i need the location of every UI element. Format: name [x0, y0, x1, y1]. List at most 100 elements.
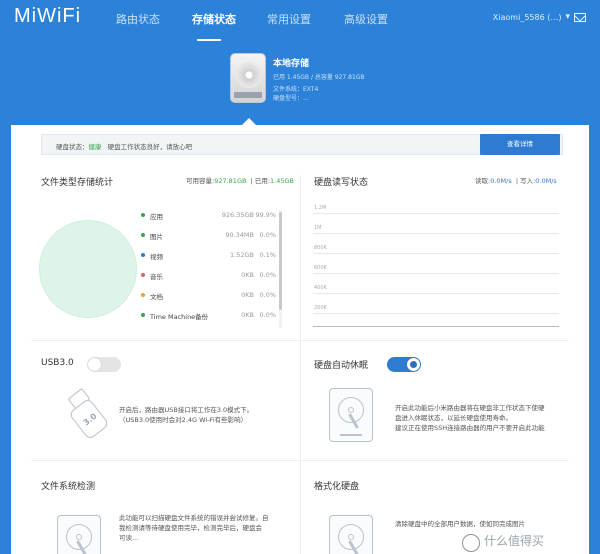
legend-dot	[141, 213, 145, 217]
grid-line	[313, 213, 559, 214]
format-disk-title: 格式化硬盘	[314, 482, 360, 492]
fs-check-desc-line1: 此功能可以扫描硬盘文件系统的错误并尝试修复。自	[119, 514, 269, 522]
row-divider-left	[31, 340, 299, 341]
legend-dot	[141, 253, 145, 257]
legend-size: 0KB	[241, 291, 254, 299]
legend-percent: 0.0%	[259, 311, 276, 319]
legend-percent: 0.0%	[259, 231, 276, 239]
legend-scrollbar-thumb[interactable]	[279, 212, 282, 310]
grid-line	[313, 293, 559, 294]
tick-label: 400K	[314, 285, 327, 291]
grid-line	[313, 313, 559, 314]
tick-label: 200K	[314, 305, 327, 311]
user-menu[interactable]: Xiaomi_5586 (…) ▾	[493, 12, 586, 22]
fs-check-description: 此功能可以扫描硬盘文件系统的错误并尝试修复。自 我检测请等待硬盘使用完毕，检测完…	[119, 513, 269, 543]
write-label: 写入:	[520, 177, 536, 185]
free-label: 可用容量:	[186, 177, 215, 185]
legend-name: Time Machine备份	[150, 313, 209, 321]
disk-platter	[236, 62, 262, 88]
usb3-title: USB3.0	[41, 358, 74, 368]
toggle-knob	[407, 358, 420, 371]
usb3-desc-line1: 开启后，路由器USB接口将工作在3.0模式下。	[119, 406, 254, 414]
nav-active-indicator	[197, 39, 221, 41]
auto-sleep-toggle[interactable]	[387, 357, 421, 372]
legend-dot	[141, 273, 145, 277]
hard-disk-icon	[230, 53, 266, 103]
legend-item-music: 音乐 0KB 0.0%	[139, 268, 279, 288]
format-desc-line1: 清除硬盘中的全部用户数据，使如同完成图片	[395, 520, 525, 528]
grid-line	[313, 233, 559, 234]
legend-size: 1.52GB	[230, 251, 254, 259]
chevron-down-icon: ▾	[565, 12, 570, 22]
tick-label: 1.2M	[314, 205, 327, 211]
fs-check-desc-line3: 可读...	[119, 534, 139, 542]
disk-status-message: 硬盘工作状态良好，请放心吧	[107, 143, 193, 151]
fs-check-title: 文件系统检测	[41, 482, 96, 492]
grid-line	[313, 273, 559, 274]
storage-summary: 本地存储 已用 1.45GB / 总容量 927.81GB 文件系统：EXT4 …	[273, 56, 365, 103]
auto-sleep-desc-line2: 盘进入休眠状态，以延长硬盘使用寿命。	[395, 414, 512, 422]
legend-item-documents: 文档 0KB 0.0%	[139, 288, 279, 308]
legend-size: 926.35GB	[221, 211, 254, 219]
auto-sleep-desc-line1: 开启此功能后小米路由器将在硬盘非工作状态下使硬	[395, 404, 545, 412]
nav-router-status[interactable]: 路由状态	[116, 11, 160, 27]
hdd-hub	[348, 407, 354, 413]
legend-percent: 0.1%	[259, 251, 276, 259]
legend-name: 音乐	[150, 273, 163, 281]
rw-title: 硬盘读写状态	[314, 178, 369, 188]
file-type-title: 文件类型存储统计	[41, 178, 114, 188]
row-divider-right	[301, 340, 569, 341]
mail-icon[interactable]	[574, 12, 586, 22]
hdd-sleep-icon	[329, 388, 373, 442]
view-details-button[interactable]: 查看详情	[480, 134, 560, 155]
free-value: 927.81GB	[214, 177, 247, 185]
legend-name: 文档	[150, 293, 163, 301]
storage-usage: 已用 1.45GB / 总容量 927.81GB	[273, 74, 365, 81]
rw-chart: 1.2M 1M 800K 600K 400K 200K	[313, 205, 559, 327]
nav-advanced-settings[interactable]: 高级设置	[344, 11, 388, 27]
nav-storage-status[interactable]: 存储状态	[192, 11, 236, 27]
read-value: 0.0M/s	[490, 177, 512, 185]
legend-percent: 99.9%	[255, 211, 276, 219]
legend-percent: 0.0%	[259, 271, 276, 279]
watermark-logo-icon	[462, 534, 480, 552]
usb3-toggle[interactable]	[87, 357, 121, 372]
legend-percent: 0.0%	[259, 291, 276, 299]
usb3-desc-line2: （USB3.0使用时会对2.4G Wi-Fi有些影响）	[119, 416, 248, 424]
disk-status-state: 健康	[88, 143, 102, 151]
legend-name: 视频	[150, 253, 163, 261]
tick-label: 800K	[314, 245, 327, 251]
storage-title: 本地存储	[273, 59, 310, 69]
auto-sleep-description: 开启此功能后小米路由器将在硬盘非工作状态下使硬 盘进入休眠状态，以延长硬盘使用寿…	[395, 403, 545, 433]
used-value: 1.45GB	[270, 177, 294, 185]
format-disk-description: 清除硬盘中的全部用户数据，使如同完成图片	[395, 519, 525, 529]
legend-name: 应用	[150, 213, 163, 221]
legend-item-apps: 应用 926.35GB 99.9%	[139, 208, 279, 228]
legend-size: 90.34MB	[225, 231, 254, 239]
auto-sleep-desc-line3: 建议正在使用SSH连接路由器的用户不要开启此功能	[395, 424, 545, 432]
top-bar: MiWiFi 路由状态 存储状态 常用设置 高级设置 Xiaomi_5586 (…	[0, 0, 600, 41]
storage-panel: 硬盘状态：健康 硬盘工作状态良好，请放心吧 查看详情 文件类型存储统计 可用容量…	[11, 125, 589, 554]
storage-filesystem: 文件系统：EXT4	[273, 86, 319, 93]
column-divider	[300, 175, 301, 554]
watermark-text: 什么值得买	[484, 534, 545, 548]
legend-item-images: 图片 90.34MB 0.0%	[139, 228, 279, 248]
row-divider-right-2	[301, 460, 569, 461]
storage-model: 硬盘型号：…	[273, 95, 310, 102]
disk-status-prefix: 硬盘状态：	[56, 143, 89, 151]
row-divider-left-2	[31, 460, 299, 461]
hdd-hub	[76, 534, 82, 540]
used-label: 已用:	[254, 177, 271, 185]
nav-common-settings[interactable]: 常用设置	[267, 11, 311, 27]
legend-size: 0KB	[241, 271, 254, 279]
legend-dot	[141, 293, 145, 297]
tick-label: 600K	[314, 265, 327, 271]
file-type-pie-chart	[39, 220, 137, 318]
auto-sleep-title: 硬盘自动休眠	[314, 361, 369, 371]
disk-base	[234, 92, 262, 98]
usb3-description: 开启后，路由器USB接口将工作在3.0模式下。 （USB3.0使用时会对2.4G…	[119, 405, 253, 425]
read-label: 读取:	[475, 177, 491, 185]
rw-speed-summary: 读取:0.0M/s | 写入:0.0M/s	[475, 177, 557, 185]
legend-name: 图片	[150, 233, 163, 241]
tick-label: 1M	[314, 225, 322, 231]
